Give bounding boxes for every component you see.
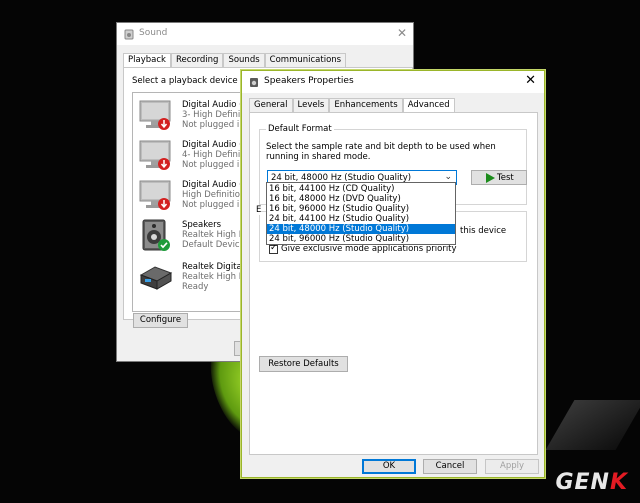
device-name: Digital Audio (H <box>182 180 249 190</box>
exclusive-priority-label: Give exclusive mode applications priorit… <box>281 244 457 254</box>
device-status: Not plugged in <box>182 160 245 170</box>
play-icon <box>486 173 495 183</box>
cancel-button[interactable]: Cancel <box>423 459 477 474</box>
device-desc: High Definition <box>182 190 246 200</box>
apply-button[interactable]: Apply <box>485 459 539 474</box>
speaker-icon <box>124 29 134 40</box>
default-format-title: Default Format <box>266 124 334 134</box>
format-option[interactable]: 16 bit, 48000 Hz (DVD Quality) <box>267 194 455 204</box>
format-option[interactable]: 24 bit, 44100 Hz (Studio Quality) <box>267 214 455 224</box>
sound-titlebar[interactable]: Sound ✕ <box>117 23 413 45</box>
format-option[interactable]: 24 bit, 96000 Hz (Studio Quality) <box>267 234 455 244</box>
watermark-logo: GENK <box>555 470 628 495</box>
format-option[interactable]: 16 bit, 44100 Hz (CD Quality) <box>267 184 455 194</box>
exclusive-control-label-tail: this device <box>460 226 507 236</box>
restore-defaults-button[interactable]: Restore Defaults <box>259 356 348 372</box>
tab-levels[interactable]: Levels <box>292 98 330 112</box>
advanced-panel: Default Format Select the sample rate an… <box>249 112 538 455</box>
device-status: Not plugged in <box>182 200 245 210</box>
format-dropdown-list[interactable]: 16 bit, 44100 Hz (CD Quality) 16 bit, 48… <box>266 182 456 245</box>
tab-communications[interactable]: Communications <box>264 53 347 67</box>
tab-sounds[interactable]: Sounds <box>223 53 265 67</box>
device-name: Digital Audio (H <box>182 100 249 110</box>
device-desc: 4- High Definiti <box>182 150 246 160</box>
exclusive-mode-title: E <box>256 205 262 215</box>
props-close-icon[interactable]: ✕ <box>525 74 536 88</box>
monitor-unplugged-icon <box>139 180 171 210</box>
tab-playback[interactable]: Playback <box>123 53 171 68</box>
digital-output-icon <box>139 266 173 290</box>
default-format-desc: Select the sample rate and bit depth to … <box>266 142 496 162</box>
tab-advanced[interactable]: Advanced <box>402 98 455 113</box>
device-status: Default Device <box>182 240 245 250</box>
device-desc: 3- High Definiti <box>182 110 246 120</box>
sound-title: Sound <box>139 28 168 38</box>
device-name: Digital Audio (H <box>182 140 249 150</box>
exclusive-priority-checkbox[interactable] <box>269 243 278 254</box>
props-titlebar[interactable]: Speakers Properties ✕ <box>242 71 544 93</box>
tab-recording[interactable]: Recording <box>170 53 224 67</box>
test-label: Test <box>497 173 514 183</box>
background-shape <box>545 400 640 450</box>
ok-button[interactable]: OK <box>362 459 416 474</box>
device-status: Ready <box>182 282 209 292</box>
monitor-unplugged-icon <box>139 100 171 130</box>
sound-close-icon[interactable]: ✕ <box>397 26 407 40</box>
props-tabs: General Levels Enhancements Advanced <box>249 98 455 113</box>
test-button[interactable]: Test <box>471 170 527 185</box>
speaker-default-icon <box>142 219 170 251</box>
props-title: Speakers Properties <box>264 76 354 86</box>
format-option-selected[interactable]: 24 bit, 48000 Hz (Studio Quality) <box>267 224 455 234</box>
chevron-down-icon: ⌄ <box>444 172 452 182</box>
tab-enhancements[interactable]: Enhancements <box>329 98 403 112</box>
monitor-unplugged-icon <box>139 140 171 170</box>
playback-instruction: Select a playback device belo <box>132 76 259 86</box>
device-name: Speakers <box>182 220 222 230</box>
speaker-icon <box>250 78 258 87</box>
format-option[interactable]: 16 bit, 96000 Hz (Studio Quality) <box>267 204 455 214</box>
tab-general[interactable]: General <box>249 98 293 112</box>
sound-tabs: Playback Recording Sounds Communications <box>123 53 347 68</box>
configure-button[interactable]: Configure <box>133 313 188 328</box>
speakers-properties-dialog: Speakers Properties ✕ General Levels Enh… <box>241 70 545 478</box>
device-status: Not plugged in <box>182 120 245 130</box>
